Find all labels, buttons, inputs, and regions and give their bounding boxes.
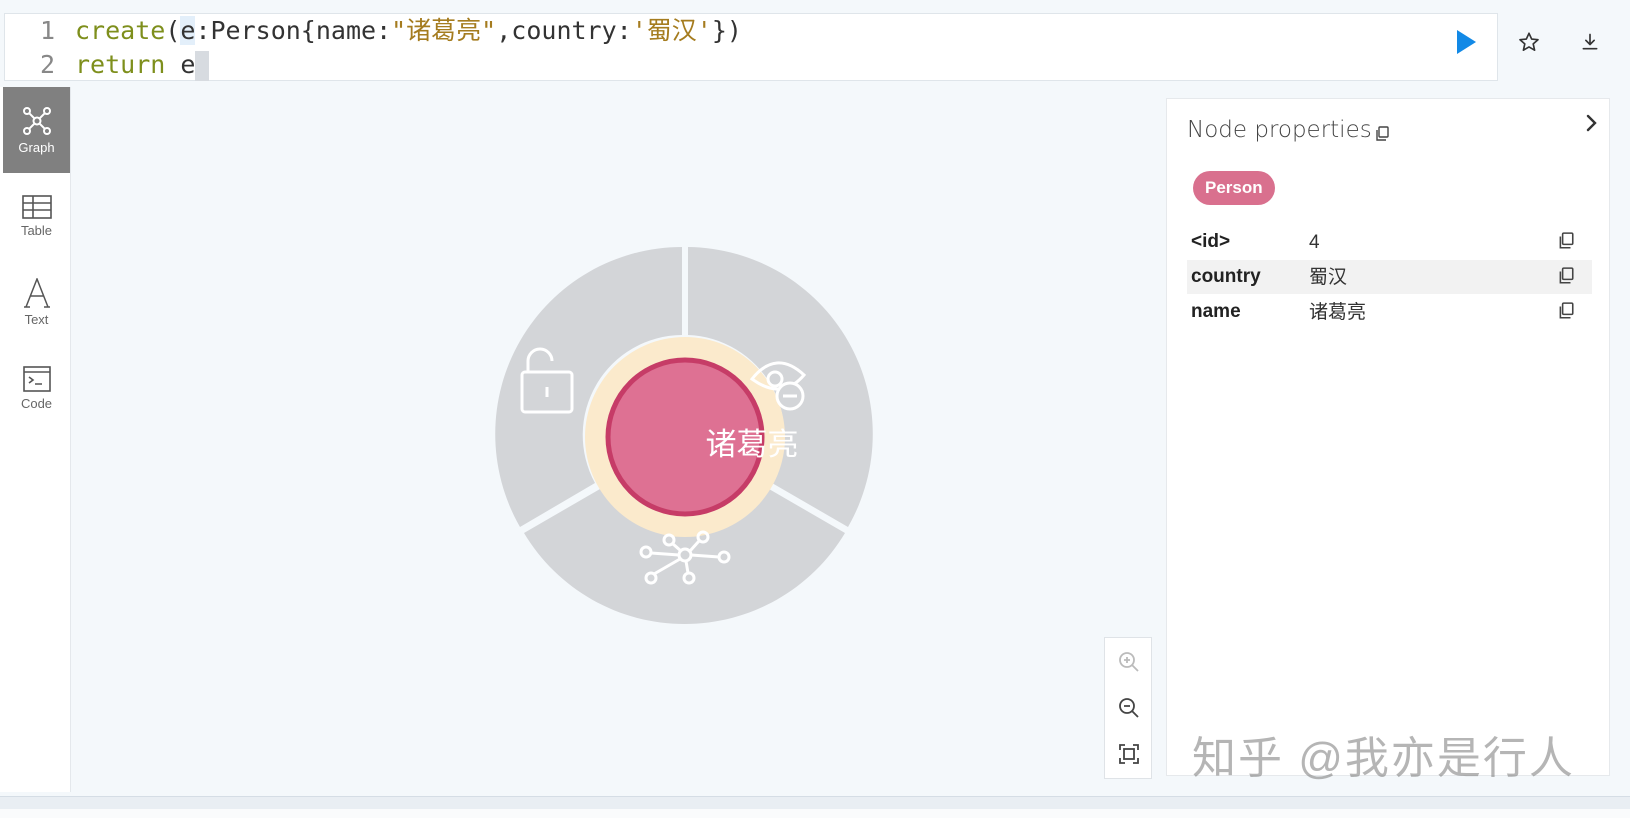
sidebar-item-text[interactable]: Text (3, 259, 70, 345)
code-key: name: (315, 16, 392, 45)
code-comma: , (496, 16, 512, 45)
download-button[interactable] (1570, 22, 1610, 62)
sidebar-item-label: Table (20, 222, 53, 238)
property-row: name 诸葛亮 (1187, 295, 1592, 329)
code-label: :Person (195, 16, 301, 45)
graph-icon (22, 106, 51, 135)
favorite-button[interactable] (1509, 22, 1549, 62)
property-row: <id> 4 (1187, 225, 1592, 259)
text-cursor (195, 51, 210, 81)
fit-to-screen-button[interactable] (1117, 742, 1141, 766)
node-label-chip[interactable]: Person (1193, 171, 1275, 205)
code-variable: e (180, 16, 196, 45)
view-sidebar: Graph Table Text Code (0, 87, 71, 792)
line-number: 1 (39, 16, 55, 45)
sidebar-item-label: Graph (18, 139, 55, 155)
node-properties-panel: Node properties Person <id> 4 country 蜀汉… (1166, 98, 1610, 776)
property-row: country 蜀汉 (1187, 260, 1592, 294)
collapse-panel-button[interactable] (1580, 112, 1602, 134)
zoom-in-button[interactable] (1117, 650, 1141, 674)
code-brace: }) (711, 16, 742, 45)
sidebar-item-label: Text (24, 311, 49, 327)
code-key: country: (511, 16, 632, 45)
graph-svg (495, 247, 873, 625)
query-editor[interactable]: 1 create(e:Person{name:"诸葛亮",country:'蜀汉'… (4, 13, 1498, 81)
code-icon (22, 365, 51, 392)
run-button[interactable] (1446, 22, 1486, 62)
property-key: country (1191, 266, 1261, 287)
zoom-out-button[interactable] (1117, 696, 1141, 720)
watermark: 知乎 @我亦是行人 (1192, 734, 1575, 783)
download-icon (1582, 33, 1598, 50)
star-icon (1519, 32, 1539, 51)
graph-canvas[interactable]: 诸葛亮 (70, 87, 1162, 792)
code-line-1: 1 create(e:Person{name:"诸葛亮",country:'蜀汉'… (5, 14, 742, 48)
play-icon (1457, 30, 1476, 54)
sidebar-item-code[interactable]: Code (3, 345, 70, 431)
property-value: 4 (1309, 232, 1320, 253)
code-paren: ( (165, 16, 181, 45)
code-line-2: 2 return e (5, 48, 210, 82)
sidebar-item-label: Code (20, 395, 53, 411)
panel-title: Node properties (1187, 117, 1372, 143)
zoom-out-icon (1119, 698, 1139, 718)
copy-icon[interactable] (1557, 267, 1575, 285)
fit-icon (1119, 744, 1139, 764)
code-keyword: return (75, 50, 166, 79)
text-icon (23, 277, 50, 308)
code-brace: { (300, 16, 316, 45)
property-value: 诸葛亮 (1309, 302, 1367, 323)
chevron-right-icon (1586, 114, 1597, 132)
sidebar-item-graph[interactable]: Graph (3, 87, 70, 173)
code-string: '蜀汉' (631, 16, 712, 45)
table-icon (21, 194, 52, 219)
property-key: name (1191, 301, 1241, 322)
property-value: 蜀汉 (1309, 267, 1348, 288)
copy-icon[interactable] (1557, 232, 1575, 250)
zoom-controls (1104, 637, 1152, 779)
bottom-strip (0, 796, 1630, 818)
code-variable: e (180, 50, 196, 79)
code-keyword: create (75, 16, 166, 45)
node-label: 诸葛亮 (705, 427, 799, 462)
copy-icon[interactable] (1557, 302, 1575, 320)
code-string: "诸葛亮" (391, 16, 497, 45)
line-number: 2 (39, 50, 55, 79)
sidebar-item-table[interactable]: Table (3, 173, 70, 259)
copy-icon[interactable] (1374, 126, 1390, 142)
zoom-in-icon (1119, 652, 1139, 672)
property-key: <id> (1191, 231, 1231, 252)
